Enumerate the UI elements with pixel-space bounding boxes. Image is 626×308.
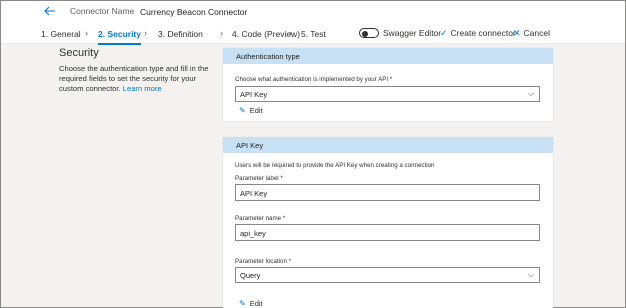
chevron-right-icon: › xyxy=(289,28,292,38)
edit-label: Edit xyxy=(249,299,263,308)
api-key-note: Users will be required to provide the AP… xyxy=(235,162,435,169)
card-header: API Key xyxy=(223,137,553,153)
parameter-location-label: Parameter location * xyxy=(235,258,292,265)
create-connector-label: Create connector xyxy=(450,28,516,38)
parameter-location-select[interactable]: Query ⌵ xyxy=(235,267,540,283)
step-security[interactable]: 2. Security xyxy=(98,29,141,45)
step-test[interactable]: 5. Test xyxy=(301,29,326,39)
parameter-location-selected: Query xyxy=(240,271,261,280)
auth-edit-link[interactable]: ✎ Edit xyxy=(239,106,263,115)
swagger-editor-label[interactable]: Swagger Editor xyxy=(383,28,441,38)
learn-more-link[interactable]: Learn more xyxy=(123,84,162,93)
swagger-editor-toggle[interactable] xyxy=(359,28,379,38)
chevron-down-icon: ⌵ xyxy=(527,270,534,279)
connector-name-input[interactable]: Currency Beacon Connector xyxy=(135,3,285,20)
step-definition[interactable]: 3. Definition xyxy=(158,29,203,39)
card-header: Authentication type xyxy=(223,48,553,64)
chevron-right-icon: › xyxy=(144,28,147,38)
step-general[interactable]: 1. General xyxy=(41,29,81,39)
parameter-name-label: Parameter name * xyxy=(235,215,286,222)
chevron-right-icon: › xyxy=(220,28,223,38)
auth-type-select[interactable]: API Key ⌵ xyxy=(235,86,540,102)
parameter-label-input[interactable]: API Key xyxy=(235,184,540,201)
checkmark-icon: ✓ xyxy=(440,28,448,38)
api-key-edit-link[interactable]: ✎ Edit xyxy=(239,299,263,308)
api-key-card: API Key Users will be required to provid… xyxy=(223,137,553,308)
pencil-icon: ✎ xyxy=(239,106,246,115)
chevron-down-icon: ⌵ xyxy=(527,89,534,98)
auth-type-selected: API Key xyxy=(240,90,268,99)
parameter-label-label: Parameter label * xyxy=(235,175,283,182)
close-icon: ✕ xyxy=(513,28,521,38)
edit-label: Edit xyxy=(249,106,263,115)
authentication-type-card: Authentication type Choose what authenti… xyxy=(223,48,553,121)
connector-name-label: Connector Name xyxy=(70,6,135,16)
toggle-knob xyxy=(362,30,368,37)
section-title: Security xyxy=(59,47,99,59)
cancel-label: Cancel xyxy=(523,28,551,38)
create-connector-button[interactable]: ✓ Create connector xyxy=(440,28,516,39)
parameter-name-input[interactable]: api_key xyxy=(235,224,540,241)
section-description: Choose the authentication type and fill … xyxy=(59,64,209,94)
auth-type-label: Choose what authentication is implemente… xyxy=(235,76,393,83)
pencil-icon: ✎ xyxy=(239,299,246,308)
cancel-button[interactable]: ✕ Cancel xyxy=(513,28,550,39)
back-arrow-icon[interactable] xyxy=(43,4,57,18)
top-bar: Connector Name Currency Beacon Connector xyxy=(1,1,625,23)
chevron-right-icon: › xyxy=(85,28,88,38)
